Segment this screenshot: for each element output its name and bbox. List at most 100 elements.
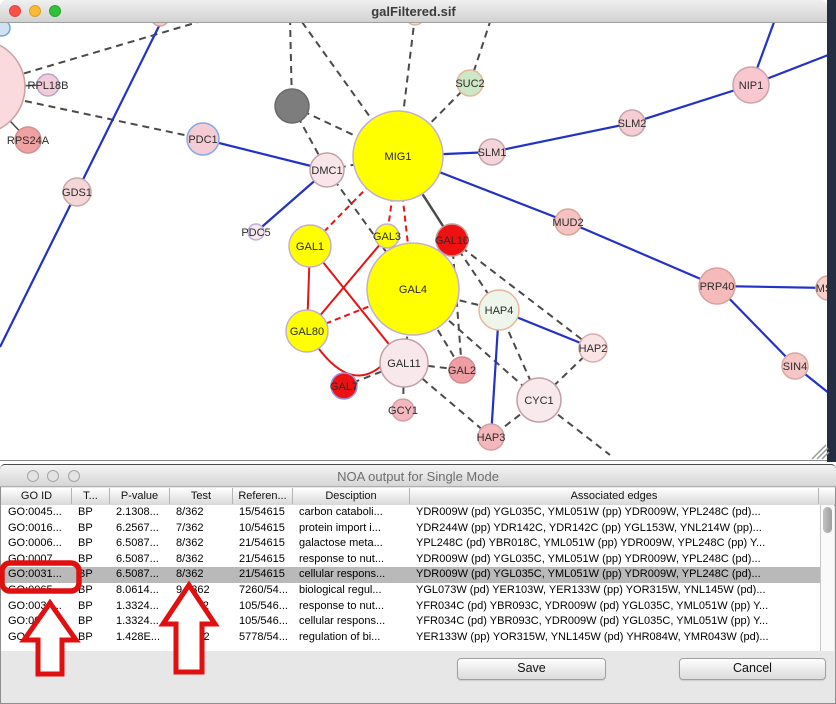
cell-reference: 105/546... — [235, 599, 295, 615]
cell-description: cellular respons... — [295, 614, 412, 630]
cell-p_value: 8.0614... — [112, 583, 172, 599]
edge-gray — [25, 101, 203, 139]
cell-edges: YFR034C (pd) YBR093C, YDR009W (pd) YGL03… — [412, 599, 820, 615]
column-header-test[interactable]: Test — [170, 488, 233, 504]
cell-edges: YFR034C (pd) YBR093C, YDR009W (pd) YGL03… — [412, 614, 820, 630]
node-label-hap4: HAP4 — [485, 305, 514, 317]
cell-go_id: GO:0016... — [4, 521, 74, 537]
header-scroll-corner — [819, 488, 835, 504]
cell-test: 8/362 — [172, 552, 235, 568]
cell-type: BP — [74, 505, 112, 521]
node-label-gal4: GAL4 — [399, 284, 427, 296]
column-header-edges[interactable]: Associated edges — [410, 488, 819, 504]
node-label-hap3: HAP3 — [477, 432, 506, 444]
save-button[interactable]: Save — [457, 658, 606, 680]
cell-p_value: 6.5087... — [112, 567, 172, 583]
node-label-gds1: GDS1 — [62, 187, 92, 199]
node-label-gal10: GAL10 — [435, 235, 469, 247]
table-row[interactable]: GO:0031...BP1.3324...11/362105/546...res… — [1, 599, 820, 615]
cell-type: BP — [74, 567, 112, 583]
edge-gray — [452, 240, 593, 348]
cell-type: BP — [74, 614, 112, 630]
node-label-nip1: NIP1 — [739, 80, 763, 92]
cell-go_id: GO:0006... — [4, 536, 74, 552]
cell-description: response to nut... — [295, 599, 412, 615]
cell-test: 11/362 — [172, 614, 235, 630]
table-row[interactable]: GO:0065...BP8.0614...94/3627260/54...bio… — [1, 583, 820, 599]
node-label-mig1: MIG1 — [385, 151, 412, 163]
cell-go_id: GO:0031... — [4, 567, 74, 583]
node-label-gal7: GAL7 — [330, 381, 358, 393]
edge-blue — [203, 139, 327, 170]
cell-type: BP — [74, 552, 112, 568]
main-window-titlebar: galFiltered.sif — [0, 0, 827, 23]
node-bigleft[interactable] — [0, 40, 25, 134]
node-label-pdc5: PDC5 — [241, 227, 270, 239]
cell-edges: YPL248C (pd) YBR018C, YML051W (pp) YDR00… — [412, 536, 820, 552]
node-label-slm2: SLM2 — [618, 118, 647, 130]
cell-description: carbon cataboli... — [295, 505, 412, 521]
cancel-button[interactable]: Cancel — [679, 658, 826, 680]
network-canvas[interactable]: RPL18BRPS24AGDS1PDC1DMC1MIG1SUC2SLM1SLM2… — [0, 0, 836, 461]
node-label-pdc1: PDC1 — [188, 134, 217, 146]
cell-test: 80/362 — [172, 630, 235, 646]
cell-description: biological regul... — [295, 583, 412, 599]
node-label-gal11: GAL11 — [387, 358, 420, 370]
table-row[interactable]: GO:0007...BP6.5087...8/36221/54615respon… — [1, 552, 820, 568]
cell-go_id: GO:0031... — [4, 599, 74, 615]
edge-gray — [0, 20, 205, 87]
node-label-cyc1: CYC1 — [524, 395, 553, 407]
resize-grip-icon[interactable] — [806, 444, 830, 460]
table-row[interactable]: GO:0016...BP6.2567...7/36210/54615protei… — [1, 521, 820, 537]
node-label-gal3: GAL3 — [373, 231, 401, 243]
cell-type: BP — [74, 630, 112, 646]
node-grayn[interactable] — [275, 89, 309, 123]
cell-edges: YGL073W (pd) YER103W, YER133W (pp) YOR31… — [412, 583, 820, 599]
cell-p_value: 6.2567... — [112, 521, 172, 537]
network-graph: RPL18BRPS24AGDS1PDC1DMC1MIG1SUC2SLM1SLM2… — [0, 0, 836, 461]
table-row[interactable]: GO:0031...BP1.3324...11/362105/546...cel… — [1, 614, 820, 630]
node-label-gal2: GAL2 — [448, 365, 476, 377]
screen: RPL18BRPS24AGDS1PDC1DMC1MIG1SUC2SLM1SLM2… — [0, 0, 836, 704]
cell-test: 8/362 — [172, 567, 235, 583]
cell-p_value: 1.3324... — [112, 614, 172, 630]
cell-p_value: 6.5087... — [112, 552, 172, 568]
node-label-slm1: SLM1 — [478, 147, 507, 159]
noa-window-titlebar: NOA output for Single Mode — [0, 464, 836, 487]
cell-p_value: 1.428E... — [112, 630, 172, 646]
cell-reference: 5778/54... — [235, 630, 295, 646]
column-header-p_value[interactable]: P-value — [110, 488, 170, 504]
column-header-reference[interactable]: Referen... — [233, 488, 293, 504]
cell-description: response to nut... — [295, 552, 412, 568]
desktop-edge — [827, 0, 836, 462]
node-label-rpl18b: RPL18B — [28, 80, 69, 92]
cell-go_id: GO:0050... — [4, 630, 74, 646]
cell-edges: YDR009W (pd) YGL035C, YML051W (pp) YDR00… — [412, 505, 820, 521]
cell-p_value: 2.1308... — [112, 505, 172, 521]
cell-type: BP — [74, 599, 112, 615]
cell-edges: YDR009W (pd) YGL035C, YML051W (pp) YDR00… — [412, 552, 820, 568]
cell-reference: 21/54615 — [235, 536, 295, 552]
scrollbar-thumb[interactable] — [823, 507, 832, 533]
cell-reference: 15/54615 — [235, 505, 295, 521]
table-body: GO:0045...BP2.1308...8/36215/54615carbon… — [1, 505, 820, 651]
cell-go_id: GO:0045... — [4, 505, 74, 521]
cell-p_value: 6.5087... — [112, 536, 172, 552]
table-row[interactable]: GO:0050...BP1.428E...80/3625778/54...reg… — [1, 630, 820, 646]
node-label-gal80: GAL80 — [290, 326, 324, 338]
cell-type: BP — [74, 521, 112, 537]
column-header-description[interactable]: Desciption — [293, 488, 410, 504]
node-label-suc2: SUC2 — [455, 78, 484, 90]
cell-description: cellular respons... — [295, 567, 412, 583]
cell-edges: YDR009W (pd) YGL035C, YML051W (pp) YDR00… — [412, 567, 820, 583]
table-header: GO IDT...P-valueTestReferen...Desciption… — [1, 488, 835, 506]
cell-type: BP — [74, 536, 112, 552]
column-header-type[interactable]: T... — [72, 488, 110, 504]
table-row[interactable]: GO:0006...BP6.5087...8/36221/54615galact… — [1, 536, 820, 552]
main-window-title: galFiltered.sif — [0, 0, 827, 22]
node-label-dmc1: DMC1 — [311, 165, 342, 177]
column-header-go_id[interactable]: GO ID — [2, 488, 72, 504]
table-row[interactable]: GO:0045...BP2.1308...8/36215/54615carbon… — [1, 505, 820, 521]
table-scrollbar[interactable] — [820, 505, 834, 651]
table-row[interactable]: GO:0031...BP6.5087...8/36221/54615cellul… — [1, 567, 820, 583]
